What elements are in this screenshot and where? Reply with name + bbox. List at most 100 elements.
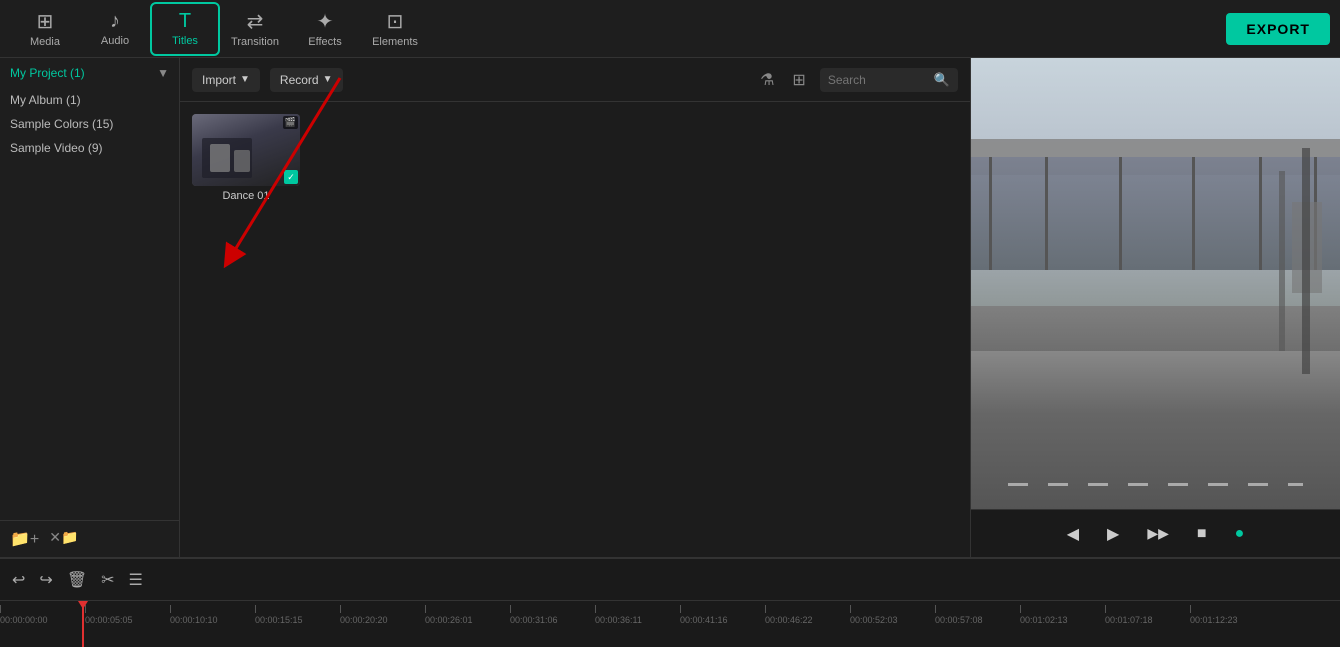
ruler-mark: 00:00:36:11 (595, 605, 680, 625)
ruler-label: 00:00:57:08 (935, 615, 983, 625)
ruler-label: 00:01:02:13 (1020, 615, 1068, 625)
ruler-mark: 00:00:57:08 (935, 605, 1020, 625)
audio-tab[interactable]: ♪ Audio (80, 2, 150, 56)
road-scene (971, 58, 1340, 509)
media-icon: ⊞ (37, 9, 54, 34)
timeline-ruler: 00:00:00:00 00:00:05:05 00:00:10:10 00:0… (0, 601, 1340, 647)
transition-tab[interactable]: ⇄ Transition (220, 2, 290, 56)
ruler-mark: 00:00:31:06 (510, 605, 595, 625)
ruler-label: 00:00:05:05 (85, 615, 133, 625)
cut-button[interactable]: ✂ (101, 570, 114, 590)
titles-icon: T (179, 10, 191, 33)
top-toolbar: ⊞ Media ♪ Audio T Titles ⇄ Transition ✦ … (0, 0, 1340, 58)
transition-label: Transition (231, 36, 279, 48)
sidebar-bottom-actions: 📁+ ✕📁 (0, 520, 179, 557)
search-input[interactable] (828, 73, 928, 87)
search-box: 🔍 (820, 68, 958, 92)
video-type-icon: 🎬 (283, 116, 298, 129)
elements-tab[interactable]: ⊡ Elements (360, 2, 430, 56)
ruler-tick (0, 605, 1, 613)
ruler-tick (1020, 605, 1021, 613)
project-header[interactable]: My Project (1) ▼ (0, 58, 179, 88)
preview-panel: ◀ ▶ ▶▶ ■ ● (970, 58, 1340, 557)
media-item-label: Dance 01 (222, 190, 269, 202)
import-chevron-icon: ▼ (240, 74, 250, 85)
effects-icon: ✦ (317, 9, 334, 34)
ruler-mark: 00:00:26:01 (425, 605, 510, 625)
ruler-mark: 00:00:05:05 (85, 605, 170, 625)
ruler-tick (935, 605, 936, 613)
titles-tab[interactable]: T Titles (150, 2, 220, 56)
ruler-mark: 00:00:10:10 (170, 605, 255, 625)
filter-icon[interactable]: ⚗ (760, 70, 774, 90)
media-tab[interactable]: ⊞ Media (10, 2, 80, 56)
export-button[interactable]: EXPORT (1226, 13, 1330, 45)
list-item[interactable]: 🎬 ✓ Dance 01 (192, 114, 300, 202)
media-label: Media (30, 36, 60, 48)
redo-button[interactable]: ↪ (39, 570, 52, 590)
ruler-mark: 00:00:41:16 (680, 605, 765, 625)
selected-check-icon: ✓ (284, 170, 298, 184)
ruler-tick (765, 605, 766, 613)
import-button[interactable]: Import ▼ (192, 68, 260, 92)
media-thumbnail: 🎬 ✓ (192, 114, 300, 186)
record-dot-button[interactable]: ● (1231, 521, 1249, 547)
grid-icon[interactable]: ⊞ (792, 70, 805, 90)
ruler-mark: 00:01:07:18 (1105, 605, 1190, 625)
next-frame-button[interactable]: ▶▶ (1143, 521, 1173, 546)
timeline-section: ↩ ↪ 🗑 ✂ ☰ 00:00:00:00 00:00:05:05 00:00:… (0, 557, 1340, 647)
ruler-mark: 00:01:12:23 (1190, 605, 1275, 625)
sidebar-item-colors[interactable]: Sample Colors (15) (0, 112, 179, 136)
left-sidebar: My Project (1) ▼ My Album (1) Sample Col… (0, 58, 180, 557)
delete-button[interactable]: 🗑 (67, 570, 87, 590)
ruler-label: 00:00:46:22 (765, 615, 813, 625)
sidebar-item-album[interactable]: My Album (1) (0, 88, 179, 112)
ruler-label: 00:00:52:03 (850, 615, 898, 625)
ruler-tick (340, 605, 341, 613)
media-grid: 🎬 ✓ Dance 01 (180, 102, 970, 557)
effects-tab[interactable]: ✦ Effects (290, 2, 360, 56)
media-panel: Import ▼ Record ▼ ⚗ ⊞ 🔍 (180, 58, 970, 557)
ruler-tick (510, 605, 511, 613)
play-pause-button[interactable]: ▶ (1103, 520, 1123, 548)
transition-icon: ⇄ (247, 9, 264, 34)
timeline-toolbar: ↩ ↪ 🗑 ✂ ☰ (0, 559, 1340, 601)
ruler-label: 00:01:07:18 (1105, 615, 1153, 625)
record-button[interactable]: Record ▼ (270, 68, 343, 92)
ruler-tick (595, 605, 596, 613)
ruler-tick (850, 605, 851, 613)
ruler-mark: 00:01:02:13 (1020, 605, 1105, 625)
sidebar-item-video[interactable]: Sample Video (9) (0, 136, 179, 160)
record-chevron-icon: ▼ (323, 74, 333, 85)
ruler-label: 00:00:26:01 (425, 615, 473, 625)
preview-controls: ◀ ▶ ▶▶ ■ ● (971, 509, 1340, 557)
ruler-mark: 00:00:20:20 (340, 605, 425, 625)
ruler-mark: 00:00:52:03 (850, 605, 935, 625)
ruler-label: 00:00:10:10 (170, 615, 218, 625)
ruler-mark: 00:00:15:15 (255, 605, 340, 625)
project-label: My Project (1) (10, 66, 85, 80)
add-folder-icon[interactable]: 📁+ (10, 529, 39, 549)
ruler-tick (680, 605, 681, 613)
ruler-label: 00:00:41:16 (680, 615, 728, 625)
list-button[interactable]: ☰ (129, 570, 143, 590)
remove-folder-icon[interactable]: ✕📁 (49, 529, 78, 549)
video-preview (971, 58, 1340, 509)
ruler-tick (1105, 605, 1106, 613)
elements-label: Elements (372, 36, 418, 48)
ruler-label: 00:01:12:23 (1190, 615, 1238, 625)
undo-button[interactable]: ↩ (12, 570, 25, 590)
ruler-label: 00:00:31:06 (510, 615, 558, 625)
ruler-tick (1190, 605, 1191, 613)
stop-button[interactable]: ■ (1193, 521, 1211, 547)
ruler-label: 00:00:20:20 (340, 615, 388, 625)
playhead[interactable] (82, 601, 84, 647)
ruler-label: 00:00:00:00 (0, 615, 48, 625)
elements-icon: ⊡ (387, 9, 404, 34)
ruler-tick (170, 605, 171, 613)
search-icon: 🔍 (934, 72, 950, 88)
main-content: My Project (1) ▼ My Album (1) Sample Col… (0, 58, 1340, 557)
ruler-mark: 00:00:00:00 (0, 605, 85, 625)
ruler-label: 00:00:36:11 (595, 615, 642, 625)
prev-frame-button[interactable]: ◀ (1063, 520, 1083, 548)
